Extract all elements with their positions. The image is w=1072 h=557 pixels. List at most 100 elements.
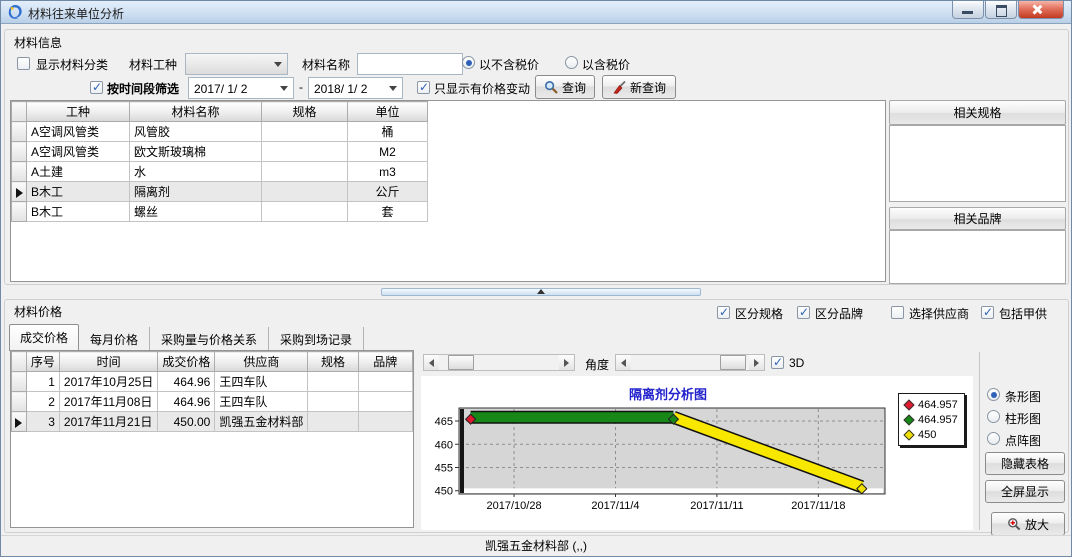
scroll-right-arrow[interactable] <box>559 355 574 370</box>
row-selector <box>12 372 27 392</box>
table-row[interactable]: 22017年11月08日464.96王四车队 <box>12 392 413 412</box>
title-bar: 材料往来单位分析 <box>1 1 1071 24</box>
dot-chart-label: 点阵图 <box>1005 432 1041 449</box>
distinguish-spec-checkbox[interactable] <box>717 306 730 319</box>
query-button[interactable]: 查询 <box>535 75 595 99</box>
distinguish-brand-checkbox[interactable] <box>797 306 810 319</box>
hide-table-button[interactable]: 隐藏表格 <box>985 452 1065 475</box>
tab-arrival-record[interactable]: 采购到场记录 <box>269 327 364 351</box>
date-to-combobox[interactable]: 2018/ 1/ 2 <box>308 77 403 99</box>
tab-deal-price[interactable]: 成交价格 <box>9 324 79 351</box>
related-spec-list[interactable] <box>889 125 1066 202</box>
query-button-label: 查询 <box>562 79 586 96</box>
tab-strip: 成交价格每月价格采购量与价格关系采购到场记录 <box>9 324 364 346</box>
table-row[interactable]: 32017年11月21日450.00凯强五金材料部 <box>12 412 413 432</box>
scroll-left-arrow[interactable] <box>616 355 631 370</box>
table-cell: 螺丝 <box>130 202 262 222</box>
row-selector <box>12 202 27 222</box>
legend-value: 464.957 <box>918 399 958 411</box>
close-button[interactable] <box>1018 1 1064 19</box>
maximize-button[interactable] <box>985 1 1017 19</box>
current-row-arrow-icon <box>15 418 22 428</box>
column-chart-label: 柱形图 <box>1005 410 1041 427</box>
chart-legend: 464.957 464.957 450 <box>898 393 965 446</box>
dropdown-arrow-icon[interactable] <box>270 55 286 73</box>
bar-chart-radio[interactable] <box>987 388 1000 401</box>
period-filter-checkbox[interactable] <box>90 81 103 94</box>
scrollbar-thumb[interactable] <box>720 355 746 370</box>
table-row[interactable]: 12017年10月25日464.96王四车队 <box>12 372 413 392</box>
legend-marker-icon <box>903 414 914 425</box>
column-header[interactable]: 规格 <box>262 102 348 122</box>
table-row[interactable]: A土建水m3 <box>12 162 428 182</box>
column-header[interactable]: 品牌 <box>358 352 412 372</box>
minimize-button[interactable] <box>952 1 984 19</box>
chart-scrollbar[interactable] <box>423 354 575 371</box>
3d-checkbox[interactable] <box>771 356 784 369</box>
legend-item: 464.957 <box>905 412 958 427</box>
table-row[interactable]: B木工螺丝套 <box>12 202 428 222</box>
column-header[interactable]: 工种 <box>27 102 130 122</box>
price-change-only-checkbox[interactable] <box>417 81 430 94</box>
svg-text:455: 455 <box>435 463 453 475</box>
related-brand-header[interactable]: 相关品牌 <box>889 207 1066 230</box>
tab-monthly-price[interactable]: 每月价格 <box>79 327 150 351</box>
column-header[interactable]: 规格 <box>308 352 358 372</box>
date-from-combobox[interactable]: 2017/ 1/ 2 <box>188 77 294 99</box>
table-cell <box>308 412 358 432</box>
table-cell: 王四车队 <box>215 392 308 412</box>
row-selector <box>12 182 27 202</box>
table-cell: m3 <box>348 162 428 182</box>
related-brand-list[interactable] <box>889 230 1066 284</box>
dot-chart-radio[interactable] <box>987 432 1000 445</box>
period-filter-label: 按时间段筛选 <box>107 80 179 97</box>
3d-label: 3D <box>789 356 804 370</box>
show-category-checkbox[interactable] <box>17 57 30 70</box>
no-tax-label: 以不含税价 <box>479 56 539 73</box>
with-tax-radio[interactable] <box>565 56 578 69</box>
select-supplier-checkbox[interactable] <box>891 306 904 319</box>
angle-scrollbar[interactable] <box>615 354 765 371</box>
scroll-right-arrow[interactable] <box>749 355 764 370</box>
table-cell <box>358 372 412 392</box>
splitter-handle[interactable] <box>381 288 701 296</box>
date-from-value: 2017/ 1/ 2 <box>194 82 247 96</box>
zoom-in-icon <box>1007 517 1021 531</box>
table-cell <box>262 162 348 182</box>
column-header[interactable]: 序号 <box>26 352 59 372</box>
material-info-group: 材料信息 显示材料分类 材料工种 材料名称 以不含税价 以含税价 按时间段筛选 … <box>4 29 1069 285</box>
group-caption: 材料信息 <box>14 34 62 51</box>
material-name-input[interactable] <box>357 53 463 75</box>
fullscreen-button[interactable]: 全屏显示 <box>985 480 1065 503</box>
legend-value: 464.957 <box>918 414 958 426</box>
table-cell <box>358 412 412 432</box>
table-row[interactable]: A空调风管类风管胶桶 <box>12 122 428 142</box>
column-header[interactable]: 时间 <box>59 352 157 372</box>
column-chart-radio[interactable] <box>987 410 1000 423</box>
column-header[interactable]: 成交价格 <box>158 352 215 372</box>
related-spec-header[interactable]: 相关规格 <box>889 100 1066 125</box>
dropdown-arrow-icon[interactable] <box>276 79 292 97</box>
column-header[interactable]: 单位 <box>348 102 428 122</box>
svg-text:2017/11/4: 2017/11/4 <box>591 500 639 512</box>
no-tax-radio[interactable] <box>462 56 475 69</box>
zoom-in-button[interactable]: 放大 <box>991 512 1065 536</box>
new-query-button[interactable]: 新查询 <box>602 75 676 99</box>
column-header[interactable]: 材料名称 <box>130 102 262 122</box>
tab-quantity-price[interactable]: 采购量与价格关系 <box>150 327 269 351</box>
include-owner-supply-checkbox[interactable] <box>981 306 994 319</box>
svg-text:2017/10/28: 2017/10/28 <box>487 500 542 512</box>
scrollbar-thumb[interactable] <box>448 355 474 370</box>
table-cell: 风管胶 <box>130 122 262 142</box>
svg-text:450: 450 <box>435 486 453 498</box>
row-selector <box>12 122 27 142</box>
legend-value: 450 <box>918 429 936 441</box>
table-row[interactable]: A空调风管类欧文斯玻璃棉M2 <box>12 142 428 162</box>
table-row[interactable]: B木工隔离剂公斤 <box>12 182 428 202</box>
material-price-group: 材料价格 区分规格 区分品牌 选择供应商 包括甲供 成交价格每月价格采购量与价格… <box>4 299 1069 533</box>
column-header[interactable]: 供应商 <box>215 352 308 372</box>
scroll-left-arrow[interactable] <box>424 355 439 370</box>
work-type-combobox[interactable] <box>185 53 288 75</box>
dropdown-arrow-icon[interactable] <box>385 79 401 97</box>
table-cell <box>262 202 348 222</box>
